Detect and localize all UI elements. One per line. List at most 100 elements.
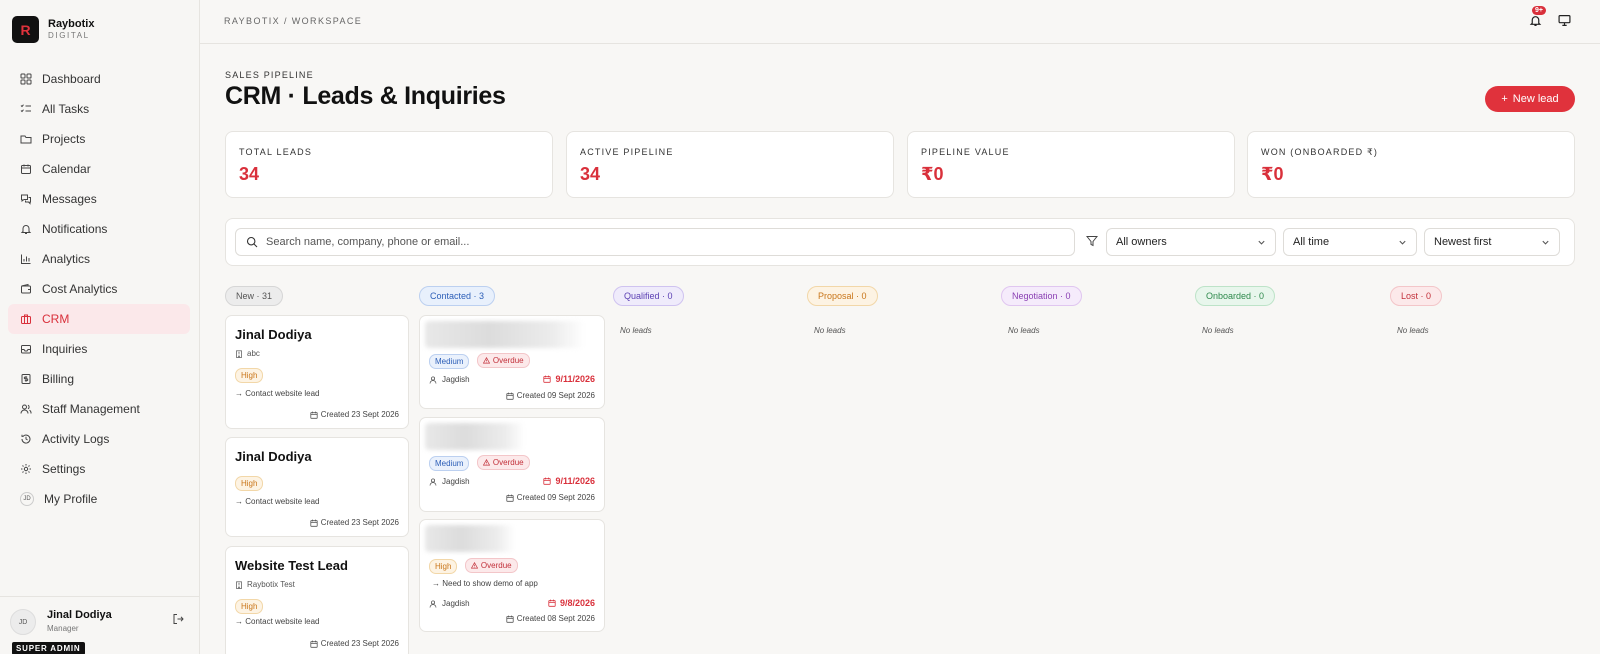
- user-icon: [429, 375, 437, 384]
- sidebar-item-notifications[interactable]: Notifications: [8, 214, 190, 244]
- new-lead-label: New lead: [1512, 93, 1559, 105]
- avatar[interactable]: JD: [10, 609, 36, 635]
- column-pill-proposal[interactable]: Proposal · 0: [807, 286, 878, 306]
- sidebar-item-activity-logs[interactable]: Activity Logs: [8, 424, 190, 454]
- due-date-text: 9/8/2026: [559, 598, 595, 608]
- plus-icon: +: [1501, 93, 1508, 105]
- monitor-icon[interactable]: [1558, 14, 1571, 27]
- due-date: 9/8/2026: [548, 598, 595, 608]
- sidebar-item-billing[interactable]: Billing: [8, 364, 190, 394]
- sidebar-item-inquiries[interactable]: Inquiries: [8, 334, 190, 364]
- logout-icon[interactable]: [172, 613, 184, 625]
- overdue-badge: Overdue: [476, 455, 530, 470]
- calendar-icon: [20, 163, 32, 175]
- badge-row: High: [235, 473, 266, 491]
- lead-card[interactable]: Website Test Lead Raybotix Test High → C…: [225, 546, 409, 654]
- sidebar-item-crm[interactable]: CRM: [8, 304, 190, 334]
- sidebar-item-all-tasks[interactable]: All Tasks: [8, 94, 190, 124]
- created-date-text: Created 23 Sept 2026: [320, 639, 399, 648]
- stat-label: ACTIVE PIPELINE: [580, 147, 674, 157]
- role-badge: SUPER ADMIN: [12, 642, 85, 654]
- sidebar-item-projects[interactable]: Projects: [8, 124, 190, 154]
- column-pill-qualified[interactable]: Qualified · 0: [613, 286, 684, 306]
- stat-card-active-pipeline: ACTIVE PIPELINE 34: [566, 131, 894, 198]
- lead-card[interactable]: Medium Overdue Jagdish 9/11/2026 Created…: [419, 315, 605, 409]
- calendar-icon: [506, 494, 514, 502]
- priority-badge: Medium: [429, 354, 470, 369]
- owner-filter-select[interactable]: All owners: [1106, 228, 1276, 256]
- notification-bell-icon[interactable]: [1529, 14, 1542, 27]
- user-role: Manager: [47, 624, 79, 633]
- created-date-text: Created 08 Sept 2026: [516, 614, 595, 623]
- stat-card-pipeline-value: PIPELINE VALUE ₹0: [907, 131, 1235, 198]
- stat-value: ₹0: [921, 164, 944, 184]
- sort-select[interactable]: Newest first: [1424, 228, 1560, 256]
- column-pill-onboarded[interactable]: Onboarded · 0: [1195, 286, 1276, 306]
- lead-name: Jinal Dodiya: [235, 449, 312, 464]
- priority-badge: High: [235, 476, 264, 491]
- stat-value: 34: [580, 164, 601, 184]
- search-input[interactable]: [266, 236, 1046, 248]
- created-date-text: Created 09 Sept 2026: [516, 493, 595, 502]
- next-action: → Contact website lead: [235, 389, 320, 398]
- page-title: CRM · Leads & Inquiries: [225, 82, 506, 110]
- created-date: Created 23 Sept 2026: [310, 518, 399, 527]
- lead-owner: Jagdish: [429, 599, 470, 608]
- sort-value: Newest first: [1434, 236, 1492, 248]
- stat-card-total-leads: TOTAL LEADS 34: [225, 131, 553, 198]
- lead-company: Raybotix Test: [235, 580, 295, 589]
- sidebar-item-label: Dashboard: [42, 72, 101, 86]
- breadcrumb: RAYBOTIX / WORKSPACE: [224, 16, 363, 26]
- brand[interactable]: R Raybotix DIGITAL: [12, 16, 94, 43]
- warning-icon: [482, 357, 490, 364]
- column-pill-contacted[interactable]: Contacted · 3: [419, 286, 496, 306]
- column-pill-negotiation[interactable]: Negotiation · 0: [1001, 286, 1082, 306]
- column-pill-lost[interactable]: Lost · 0: [1390, 286, 1443, 306]
- chevron-down-icon: [1542, 240, 1549, 245]
- sidebar-item-my-profile[interactable]: JD My Profile: [8, 484, 190, 514]
- sidebar-item-settings[interactable]: Settings: [8, 454, 190, 484]
- sidebar-item-label: Projects: [42, 132, 86, 146]
- created-date: Created 08 Sept 2026: [506, 614, 595, 623]
- history-icon: [20, 433, 32, 445]
- empty-state-onboarded: No leads: [1202, 326, 1234, 335]
- sidebar-item-dashboard[interactable]: Dashboard: [8, 64, 190, 94]
- search-box[interactable]: [235, 228, 1075, 256]
- created-date: Created 23 Sept 2026: [310, 639, 399, 648]
- lead-card[interactable]: Jinal Dodiya abc High → Contact website …: [225, 315, 409, 429]
- badge-row: High: [235, 365, 266, 383]
- sidebar-item-label: Inquiries: [42, 342, 88, 356]
- brand-subtitle: DIGITAL: [48, 31, 90, 40]
- redacted-lead-name: [425, 321, 585, 348]
- lead-card[interactable]: Medium Overdue Jagdish 9/11/2026 Created…: [419, 417, 605, 512]
- next-action: → Need to show demo of app: [432, 579, 538, 588]
- lead-card[interactable]: High Overdue → Need to show demo of app …: [419, 519, 605, 632]
- badge-row: High: [235, 596, 266, 614]
- search-icon: [246, 236, 258, 248]
- filter-icon[interactable]: [1086, 235, 1098, 247]
- sidebar-item-label: Notifications: [42, 222, 108, 236]
- time-filter-select[interactable]: All time: [1283, 228, 1417, 256]
- sidebar-item-label: CRM: [42, 312, 70, 326]
- sidebar-item-staff-management[interactable]: Staff Management: [8, 394, 190, 424]
- stat-value: 34: [239, 164, 260, 184]
- sidebar-item-label: Messages: [42, 192, 97, 206]
- lead-owner: Jagdish: [429, 375, 470, 384]
- sidebar-item-analytics[interactable]: Analytics: [8, 244, 190, 274]
- sidebar-item-label: Staff Management: [42, 402, 140, 416]
- overdue-label: Overdue: [492, 458, 524, 467]
- sidebar-item-cost-analytics[interactable]: Cost Analytics: [8, 274, 190, 304]
- lead-card[interactable]: Jinal Dodiya High → Contact website lead…: [225, 437, 409, 537]
- column-pill-new[interactable]: New · 31: [225, 286, 284, 306]
- sidebar-item-messages[interactable]: Messages: [8, 184, 190, 214]
- lead-name: Jinal Dodiya: [235, 327, 312, 342]
- sidebar-item-calendar[interactable]: Calendar: [8, 154, 190, 184]
- warning-icon: [482, 459, 490, 466]
- empty-state-proposal: No leads: [814, 326, 846, 335]
- new-lead-button[interactable]: + New lead: [1485, 86, 1575, 112]
- overdue-badge: Overdue: [476, 353, 530, 368]
- user-name: Jinal Dodiya: [47, 609, 112, 621]
- due-date-text: 9/11/2026: [555, 374, 595, 384]
- redacted-lead-name: [425, 423, 525, 450]
- user-icon: [429, 599, 437, 608]
